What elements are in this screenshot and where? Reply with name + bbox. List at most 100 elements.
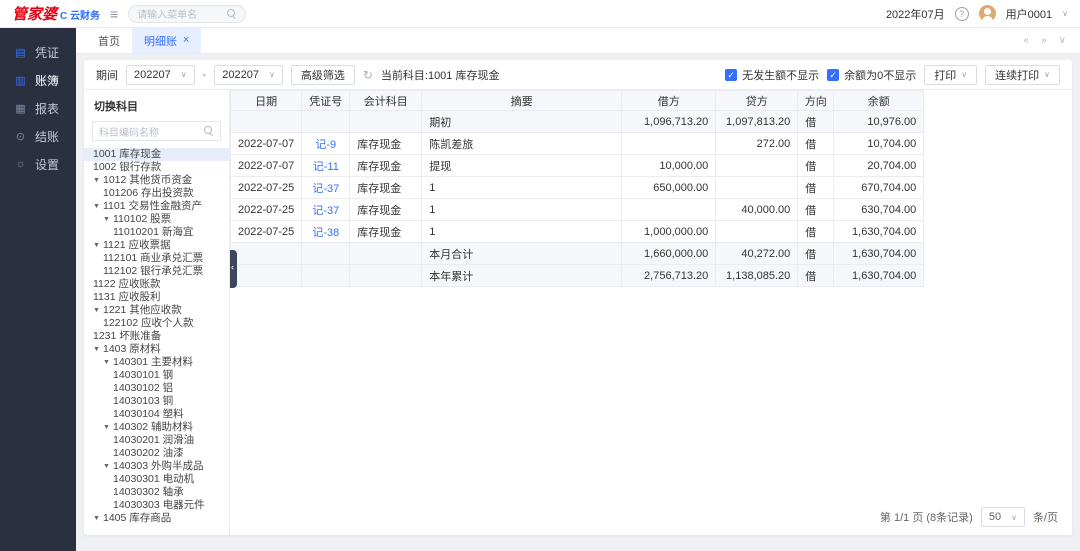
table-row: 本月合计1,660,000.0040,272.00借1,630,704.00 bbox=[231, 243, 924, 265]
cell-date: 2022-07-07 bbox=[231, 133, 302, 155]
cell-credit: 1,138,085.20 bbox=[716, 265, 798, 287]
chevron-down-icon[interactable]: ▼ bbox=[93, 512, 103, 525]
sidebar-item-closing[interactable]: ⊙结账 bbox=[0, 122, 76, 150]
tree-item[interactable]: 14030201 润滑油 bbox=[84, 434, 229, 447]
table-row: 2022-07-25记-37库存现金1650,000.00借670,704.00 bbox=[231, 177, 924, 199]
cell-summary: 期初 bbox=[422, 111, 622, 133]
cell-direction: 借 bbox=[798, 221, 834, 243]
chevron-down-icon[interactable]: ▼ bbox=[93, 239, 103, 252]
tree-item[interactable]: 14030101 钢 bbox=[84, 369, 229, 382]
menu-search-input[interactable]: 请输入菜单名 bbox=[128, 5, 246, 23]
column-header: 方向 bbox=[798, 91, 834, 111]
current-subject-label: 当前科目:1001 库存现金 bbox=[381, 67, 500, 83]
sidebar-item-label: 设置 bbox=[35, 156, 59, 173]
tree-item[interactable]: ▼1221 其他应收款 bbox=[84, 304, 229, 317]
cell-voucher[interactable]: 记-9 bbox=[302, 133, 350, 155]
period-range-dash: - bbox=[203, 69, 207, 81]
brand-badge: C 云财务 bbox=[60, 7, 100, 22]
period-from-select[interactable]: 202207 ∨ bbox=[126, 65, 195, 85]
page-size-select[interactable]: 50 ∨ bbox=[981, 507, 1025, 527]
tree-item[interactable]: 1001 库存现金 bbox=[84, 148, 229, 161]
checkbox-label: 余额为0不显示 bbox=[844, 67, 916, 83]
tab-scroll-right-icon[interactable]: » bbox=[1041, 35, 1047, 46]
help-icon[interactable]: ? bbox=[955, 7, 969, 21]
tree-item[interactable]: 14030202 油漆 bbox=[84, 447, 229, 460]
tree-item[interactable]: 1231 坏账准备 bbox=[84, 330, 229, 343]
tree-item[interactable]: ▼1121 应收票据 bbox=[84, 239, 229, 252]
cell-summary: 陈凯差旅 bbox=[422, 133, 622, 155]
tree-item[interactable]: 1131 应收股利 bbox=[84, 291, 229, 304]
panel-collapse-handle[interactable] bbox=[230, 250, 237, 288]
cell-voucher[interactable]: 记-38 bbox=[302, 221, 350, 243]
tree-item[interactable]: ▼1012 其他货币资金 bbox=[84, 174, 229, 187]
column-header: 借方 bbox=[622, 91, 716, 111]
tab-detail-ledger[interactable]: 明细账 × bbox=[132, 28, 201, 53]
user-name[interactable]: 用户0001 bbox=[1006, 6, 1052, 22]
subject-search-input[interactable]: 科目编码名称 bbox=[92, 121, 221, 141]
refresh-icon[interactable]: ↻ bbox=[363, 68, 373, 82]
ledger-body-row: 切换科目 科目编码名称 1001 库存现金1002 银行存款▼1012 其他货币… bbox=[84, 90, 1072, 535]
tree-item[interactable]: 14030104 塑料 bbox=[84, 408, 229, 421]
advanced-filter-button[interactable]: 高级筛选 bbox=[291, 65, 355, 85]
chevron-down-icon[interactable]: ▼ bbox=[103, 460, 113, 473]
chevron-down-icon[interactable]: ▼ bbox=[93, 200, 103, 213]
print-button[interactable]: 打印 ∨ bbox=[924, 65, 977, 85]
cell-subject: 库存现金 bbox=[350, 155, 422, 177]
chevron-down-icon[interactable]: ▼ bbox=[103, 356, 113, 369]
content-area: 首页明细账× « » ∨ 期间 202207 ∨ - 202207 bbox=[76, 28, 1080, 551]
tree-item[interactable]: 14030302 轴承 bbox=[84, 486, 229, 499]
continuous-print-button[interactable]: 连续打印 ∨ bbox=[985, 65, 1060, 85]
tree-item[interactable]: ▼140303 外购半成品 bbox=[84, 460, 229, 473]
close-icon[interactable]: × bbox=[183, 35, 189, 46]
tree-item[interactable]: 112101 商业承兑汇票 bbox=[84, 252, 229, 265]
tab-label: 首页 bbox=[98, 33, 120, 49]
chevron-down-icon[interactable]: ▼ bbox=[93, 304, 103, 317]
cell-credit bbox=[716, 155, 798, 177]
cell-direction: 借 bbox=[798, 265, 834, 287]
cell-credit: 40,272.00 bbox=[716, 243, 798, 265]
sidebar-item-settings[interactable]: ☼设置 bbox=[0, 150, 76, 178]
table-row: 期初1,096,713.201,097,813.20借10,976.00 bbox=[231, 111, 924, 133]
chevron-down-icon[interactable]: ▼ bbox=[93, 343, 103, 356]
tree-item[interactable]: ▼1405 库存商品 bbox=[84, 512, 229, 525]
tree-item[interactable]: 122102 应收个人款 bbox=[84, 317, 229, 330]
tree-item-label: 14030201 润滑油 bbox=[113, 434, 194, 447]
cell-voucher[interactable]: 记-11 bbox=[302, 155, 350, 177]
chevron-down-icon[interactable]: ∨ bbox=[1062, 9, 1068, 18]
tree-item-label: 14030301 电动机 bbox=[113, 473, 194, 486]
chevron-down-icon[interactable]: ▼ bbox=[103, 213, 113, 226]
tab-home[interactable]: 首页 bbox=[86, 28, 132, 53]
cell-voucher[interactable]: 记-37 bbox=[302, 177, 350, 199]
sidebar-item-voucher[interactable]: ▤凭证 bbox=[0, 38, 76, 66]
tree-item[interactable]: 101206 存出投资款 bbox=[84, 187, 229, 200]
sidebar-item-ledger[interactable]: ▥账簿 bbox=[0, 66, 76, 94]
tree-item[interactable]: 14030103 铜 bbox=[84, 395, 229, 408]
tree-item[interactable]: ▼1403 原材料 bbox=[84, 343, 229, 356]
tree-item[interactable]: 1122 应收账款 bbox=[84, 278, 229, 291]
tab-label: 明细账 bbox=[144, 33, 177, 49]
sidebar-item-report[interactable]: ▦报表 bbox=[0, 94, 76, 122]
tree-item[interactable]: ▼1101 交易性金融资产 bbox=[84, 200, 229, 213]
avatar[interactable] bbox=[979, 5, 996, 22]
tree-item[interactable]: 14030102 铝 bbox=[84, 382, 229, 395]
tab-scroll-left-icon[interactable]: « bbox=[1024, 35, 1030, 46]
zero-balance-checkbox[interactable]: ✓ 余额为0不显示 bbox=[827, 67, 916, 83]
tree-item[interactable]: 14030303 电器元件 bbox=[84, 499, 229, 512]
tree-item-label: 1002 银行存款 bbox=[93, 161, 161, 174]
chevron-down-icon[interactable]: ▼ bbox=[103, 421, 113, 434]
tree-item[interactable]: ▼140301 主要材料 bbox=[84, 356, 229, 369]
cell-subject bbox=[350, 265, 422, 287]
tree-item[interactable]: ▼110102 股票 bbox=[84, 213, 229, 226]
cell-voucher[interactable]: 记-37 bbox=[302, 199, 350, 221]
tree-item[interactable]: 14030301 电动机 bbox=[84, 473, 229, 486]
current-period[interactable]: 2022年07月 bbox=[886, 6, 945, 22]
tree-item[interactable]: 11010201 新海宜 bbox=[84, 226, 229, 239]
period-to-select[interactable]: 202207 ∨ bbox=[214, 65, 283, 85]
tree-item[interactable]: 1002 银行存款 bbox=[84, 161, 229, 174]
tab-menu-icon[interactable]: ∨ bbox=[1059, 35, 1066, 46]
menu-toggle-icon[interactable]: ≡ bbox=[110, 6, 118, 22]
chevron-down-icon[interactable]: ▼ bbox=[93, 174, 103, 187]
tree-item[interactable]: 112102 银行承兑汇票 bbox=[84, 265, 229, 278]
no-activity-checkbox[interactable]: ✓ 无发生额不显示 bbox=[725, 67, 819, 83]
tree-item[interactable]: ▼140302 辅助材料 bbox=[84, 421, 229, 434]
